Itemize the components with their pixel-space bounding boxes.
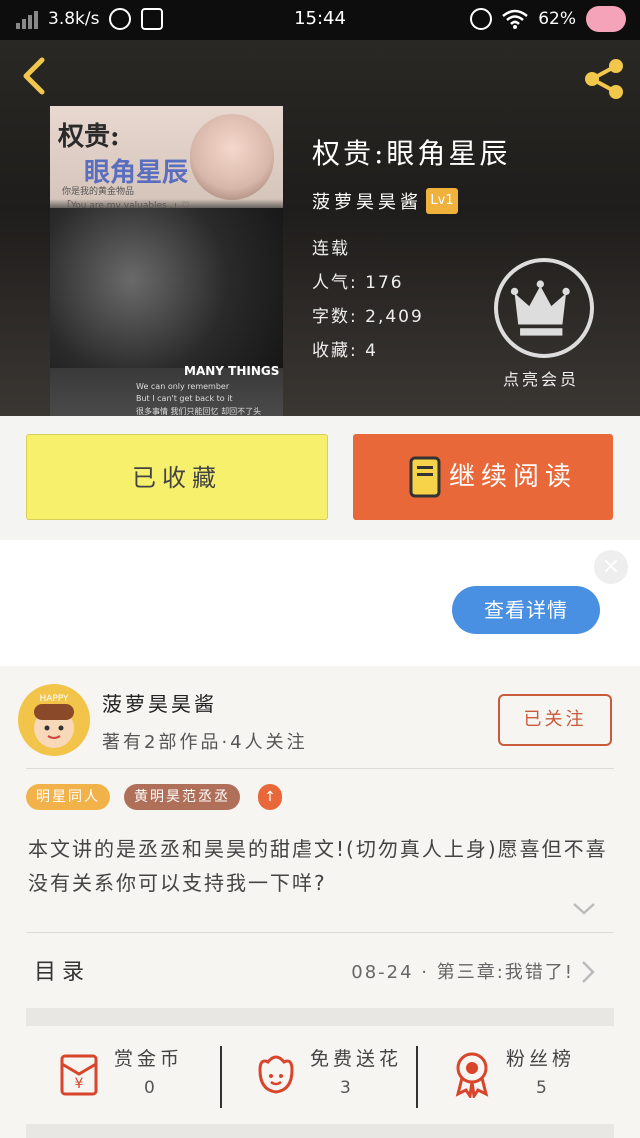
cover-caption: MANY THINGS <box>184 364 280 378</box>
avatar-text: HAPPY <box>39 694 69 704</box>
avatar-illustration: HAPPY <box>34 694 74 748</box>
fan-ranking-button[interactable]: 粉丝榜 5 <box>418 1038 614 1108</box>
cover-quote-1: We can only remember <box>136 382 230 391</box>
stat-value: 0 <box>144 1078 155 1098</box>
alarm-icon <box>470 8 493 30</box>
book-author[interactable]: 菠萝昊昊酱 <box>312 188 422 214</box>
divider <box>26 932 614 933</box>
vip-label: 点亮会员 <box>503 370 580 389</box>
book-popularity: 人气: 176 <box>312 273 404 293</box>
pig-icon <box>586 6 626 32</box>
continue-reading-button[interactable]: 继续阅读 <box>353 434 613 520</box>
back-button[interactable] <box>16 56 56 96</box>
continue-reading-label: 继续阅读 <box>449 462 578 492</box>
vip-button[interactable] <box>494 258 594 358</box>
latest-chapter[interactable]: 08-24 · 第三章:我错了! <box>351 958 574 984</box>
reward-coins-button[interactable]: ¥ 赏金币 0 <box>26 1038 222 1108</box>
share-button[interactable] <box>580 56 628 102</box>
wifi-icon <box>502 9 529 29</box>
tag-more-button[interactable]: ↑ <box>258 784 282 810</box>
close-icon[interactable]: × <box>594 550 628 584</box>
chevron-down-icon[interactable] <box>572 902 596 916</box>
cover-title-a: 权贵: <box>58 122 120 152</box>
book-description: 本文讲的是丞丞和昊昊的甜虐文!(切勿真人上身)愿喜但不喜没有关系你可以支持我一下… <box>28 837 608 895</box>
author-card: HAPPY 菠萝昊昊酱 著有2部作品·4人关注 已关注 明星同人 黄明昊范丞丞 … <box>0 666 640 1138</box>
follow-button[interactable]: 已关注 <box>498 694 612 746</box>
battery-level: 62% <box>538 9 576 29</box>
stat-value: 3 <box>340 1078 351 1098</box>
stats-bar: ¥ 赏金币 0 免费送花 3 粉丝榜 5 <box>26 1038 614 1108</box>
tag-category[interactable]: 明星同人 <box>26 784 110 810</box>
section-gap <box>26 1008 614 1026</box>
medal-icon <box>455 1052 489 1098</box>
cover-portrait <box>190 114 274 200</box>
book-cover[interactable]: 权贵: 眼角星辰 你是我的黄金物品 「You are my valuables … <box>50 106 283 416</box>
level-badge: Lv1 <box>426 188 458 214</box>
book-title: 权贵:眼角星辰 <box>312 137 511 170</box>
author-meta: 著有2部作品·4人关注 <box>102 732 308 753</box>
stat-label: 赏金币 <box>114 1048 184 1070</box>
red-envelope-icon: ¥ <box>60 1054 98 1096</box>
book-header: 权贵: 眼角星辰 你是我的黄金物品 「You are my valuables … <box>0 40 640 416</box>
avatar[interactable]: HAPPY <box>18 684 90 756</box>
ad-banner: × 查看详情 <box>0 540 640 666</box>
collected-button[interactable]: 已收藏 <box>26 434 328 520</box>
stat-label: 免费送花 <box>310 1048 403 1070</box>
cover-photo <box>50 208 283 368</box>
free-flowers-button[interactable]: 免费送花 3 <box>222 1038 418 1108</box>
cover-quote-3: 很多事情 我们只能回忆 却回不了头 <box>136 407 262 416</box>
author-name[interactable]: 菠萝昊昊酱 <box>102 688 217 717</box>
divider <box>26 768 614 769</box>
tag-pairing[interactable]: 黄明昊范丞丞 <box>124 784 240 810</box>
book-icon <box>409 456 441 498</box>
book-word-count: 字数: 2,409 <box>312 307 424 327</box>
stat-value: 5 <box>536 1078 547 1098</box>
view-details-button[interactable]: 查看详情 <box>452 586 600 634</box>
crown-icon <box>510 280 570 336</box>
stat-label: 粉丝榜 <box>506 1048 576 1070</box>
book-status: 连载 <box>312 239 350 259</box>
cover-quote-2: But I can't get back to it <box>136 394 233 403</box>
flower-icon <box>258 1055 294 1094</box>
status-bar: 3.8k/s 15:44 62% <box>0 0 640 40</box>
cover-subtitle-1: 你是我的黄金物品 <box>62 187 135 197</box>
toc-label[interactable]: 目录 <box>34 954 90 986</box>
section-gap <box>26 1124 614 1138</box>
chevron-right-icon[interactable] <box>580 960 596 984</box>
svg-text:¥: ¥ <box>75 1076 84 1092</box>
book-favorites: 收藏: 4 <box>312 341 378 361</box>
